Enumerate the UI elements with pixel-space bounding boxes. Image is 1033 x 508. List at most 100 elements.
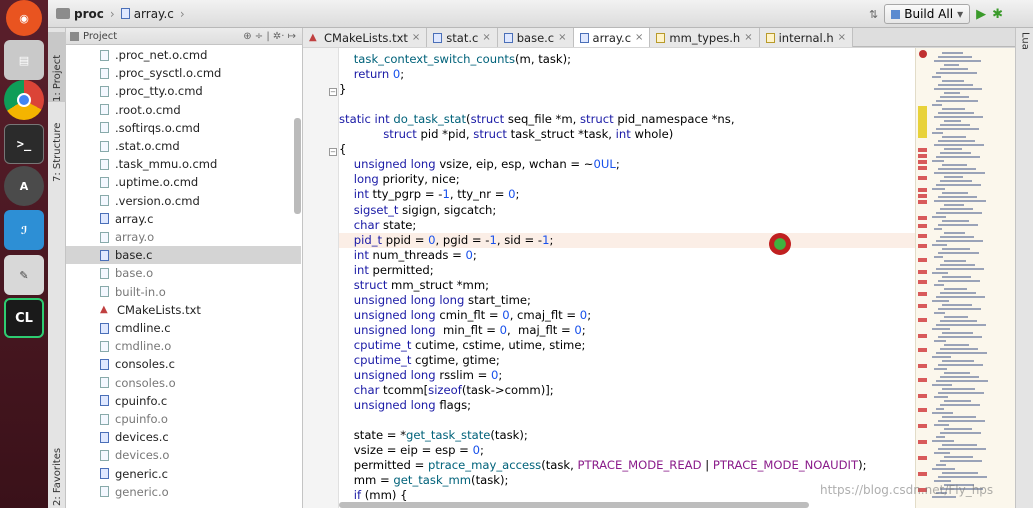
tree-item[interactable]: .proc_net.o.cmd — [66, 46, 301, 64]
minimap-line — [942, 444, 977, 446]
minimap-line — [934, 396, 948, 398]
tree-item[interactable]: devices.c — [66, 428, 301, 446]
breadcrumb-folder[interactable]: proc — [74, 7, 104, 21]
error-stripe-mark[interactable] — [918, 224, 927, 228]
minimap-line — [940, 152, 971, 154]
tree-item[interactable]: generic.c — [66, 465, 301, 483]
tree-item[interactable]: array.c — [66, 210, 301, 228]
tree-item[interactable]: .softirqs.o.cmd — [66, 119, 301, 137]
error-stripe-mark[interactable] — [918, 304, 927, 308]
run-icon[interactable]: ▶ — [976, 7, 986, 22]
tree-item[interactable]: .root.o.cmd — [66, 101, 301, 119]
error-stripe-mark[interactable] — [918, 424, 927, 428]
error-stripe-mark[interactable] — [918, 394, 927, 398]
debug-icon[interactable]: ✱ — [992, 7, 1003, 22]
tree-item[interactable]: ▲ CMakeLists.txt — [66, 301, 301, 319]
text-editor-icon[interactable]: ✎ — [4, 255, 44, 295]
error-stripe-mark[interactable] — [918, 148, 927, 152]
project-scrollbar[interactable] — [294, 118, 301, 214]
close-icon[interactable]: × — [482, 32, 490, 43]
close-icon[interactable]: × — [838, 32, 846, 43]
tab-lua[interactable]: Lua — [1016, 32, 1033, 72]
error-stripe-mark[interactable] — [918, 364, 927, 368]
tab-stat-c[interactable]: stat.c × — [427, 28, 498, 47]
tab-cmakelists-txt[interactable]: ▲ CMakeLists.txt × — [303, 28, 428, 47]
tab-base-c[interactable]: base.c × — [497, 28, 574, 47]
tree-item[interactable]: cmdline.c — [66, 319, 301, 337]
fold-marker-icon[interactable]: − — [329, 88, 337, 96]
tree-item[interactable]: .version.o.cmd — [66, 192, 301, 210]
error-stripe-mark[interactable] — [918, 280, 927, 284]
app-icon[interactable]: ℐ — [4, 210, 44, 250]
swap-icon[interactable]: ⇅ — [869, 8, 878, 21]
error-stripe-mark[interactable] — [918, 456, 927, 460]
tree-item[interactable]: cpuinfo.o — [66, 410, 301, 428]
error-stripe-mark[interactable] — [918, 200, 927, 204]
breadcrumb-separator: › — [179, 6, 185, 21]
error-stripe-mark[interactable] — [918, 258, 927, 262]
error-stripe-mark[interactable] — [918, 216, 927, 220]
editor-horizontal-scrollbar[interactable] — [339, 502, 809, 508]
tab-structure[interactable]: 7: Structure — [48, 112, 66, 182]
chrome-icon[interactable] — [4, 80, 44, 120]
tab-favorites[interactable]: 2: Favorites — [48, 440, 66, 506]
error-stripe-mark[interactable] — [918, 334, 927, 338]
error-stripe-mark[interactable] — [918, 270, 927, 274]
update-manager-icon[interactable]: A — [4, 166, 44, 206]
tree-item[interactable]: .proc_sysctl.o.cmd — [66, 64, 301, 82]
error-stripe-minimap[interactable] — [915, 48, 1015, 508]
error-stripe-mark[interactable] — [918, 318, 927, 322]
error-stripe-mark[interactable] — [918, 194, 927, 198]
error-stripe-mark[interactable] — [918, 244, 927, 248]
error-stripe-mark[interactable] — [918, 348, 927, 352]
error-stripe-mark[interactable] — [918, 160, 927, 164]
tab-project[interactable]: 1: Project — [48, 32, 66, 102]
close-icon[interactable]: × — [635, 32, 643, 43]
tree-item[interactable]: cpuinfo.c — [66, 392, 301, 410]
code-editor[interactable]: task_context_switch_counts(m, task); ret… — [339, 48, 915, 508]
error-stripe-mark[interactable] — [918, 154, 927, 158]
tree-item[interactable]: .task_mmu.o.cmd — [66, 155, 301, 173]
tree-item[interactable]: base.o — [66, 264, 301, 282]
tree-item[interactable]: consoles.c — [66, 355, 301, 373]
close-icon[interactable]: × — [744, 32, 752, 43]
terminal-icon[interactable]: >_ — [4, 124, 44, 164]
tree-item[interactable]: array.o — [66, 228, 301, 246]
tree-item[interactable]: consoles.o — [66, 374, 301, 392]
code-line: cputime_t cgtime, gtime; — [353, 353, 500, 367]
breadcrumb-file[interactable]: array.c — [134, 7, 174, 21]
build-config-select[interactable]: Build All ▾ — [884, 4, 971, 24]
project-panel-tools[interactable]: ⊕ ÷ | ✲· ↦ — [243, 31, 302, 42]
error-stripe-mark[interactable] — [918, 292, 927, 296]
close-icon[interactable]: × — [558, 32, 566, 43]
file-manager-icon[interactable]: ▤ — [4, 40, 44, 80]
error-stripe-mark[interactable] — [918, 378, 927, 382]
tree-item[interactable]: .stat.o.cmd — [66, 137, 301, 155]
tab-mm-types-h[interactable]: mm_types.h × — [650, 28, 760, 47]
tree-item-label: .task_mmu.o.cmd — [115, 157, 218, 172]
tree-item[interactable]: built-in.o — [66, 283, 301, 301]
error-stripe-mark[interactable] — [918, 440, 927, 444]
ubuntu-dash-icon[interactable]: ◉ — [6, 0, 42, 36]
error-stripe-mark[interactable] — [918, 176, 927, 180]
tree-item[interactable]: cmdline.o — [66, 337, 301, 355]
error-stripe-mark[interactable] — [918, 234, 927, 238]
tab-array-c[interactable]: array.c × — [573, 28, 651, 47]
close-icon[interactable]: × — [412, 32, 420, 43]
tree-item[interactable]: generic.o — [66, 483, 301, 501]
tree-item[interactable]: devices.o — [66, 446, 301, 464]
tree-item[interactable]: base.c — [66, 246, 301, 265]
clion-icon[interactable]: CL — [4, 298, 44, 338]
error-stripe-mark[interactable] — [918, 166, 927, 170]
tab-internal-h[interactable]: internal.h × — [759, 28, 854, 47]
error-stripe-mark[interactable] — [918, 472, 927, 476]
error-stripe-mark[interactable] — [918, 408, 927, 412]
fold-marker-icon[interactable]: − — [329, 148, 337, 156]
navigation-bar: proc › array.c › ⇅ Build All ▾ ▶ ✱ — [48, 0, 1033, 28]
tree-item[interactable]: .proc_tty.o.cmd — [66, 82, 301, 100]
minimap-line — [934, 480, 951, 482]
error-icon[interactable] — [919, 50, 927, 58]
tree-item[interactable]: .uptime.o.cmd — [66, 173, 301, 191]
error-stripe-mark[interactable] — [918, 134, 927, 138]
error-stripe-mark[interactable] — [918, 188, 927, 192]
